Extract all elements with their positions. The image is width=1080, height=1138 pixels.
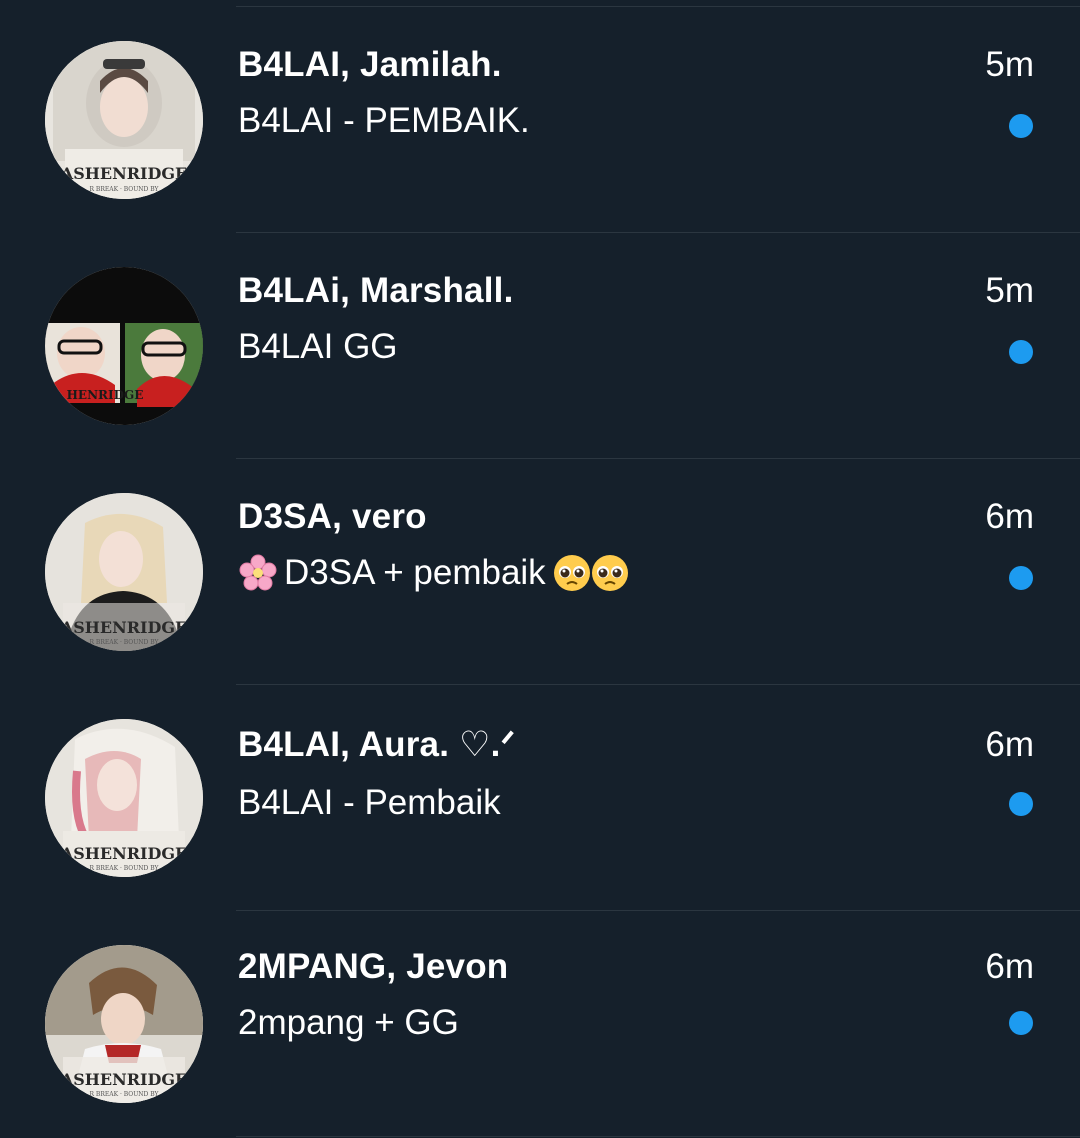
unread-indicator	[1009, 1011, 1033, 1035]
divider	[236, 1136, 1080, 1137]
conversation-row[interactable]: ASHENRIDGE R BREAK · BOUND BY B4LAI, Aur…	[0, 685, 1080, 911]
profile-photo-icon: ASHENRIDGE R BREAK · BOUND BY	[45, 493, 203, 651]
profile-photo-icon: ASHENRIDGE R BREAK · BOUND BY	[45, 719, 203, 877]
profile-photo-icon: ASHENRIDGE R BREAK · BOUND BY	[45, 41, 203, 199]
message-preview: 2mpang + GG	[238, 1003, 459, 1043]
message-preview: B4LAI - Pembaik	[238, 783, 501, 823]
timestamp: 6m	[985, 497, 1034, 536]
svg-text:R BREAK · BOUND BY: R BREAK · BOUND BY	[90, 1091, 160, 1098]
message-preview-text: B4LAI - PEMBAIK.	[238, 101, 530, 140]
unread-indicator	[1009, 340, 1033, 364]
avatar[interactable]: ASHENRIDGE R BREAK · BOUND BY	[45, 41, 203, 199]
avatar[interactable]: ASHENRIDGE R BREAK · BOUND BY	[45, 493, 203, 651]
svg-text:ASHENRIDGE: ASHENRIDGE	[60, 618, 187, 637]
svg-text:ASHENRIDGE: ASHENRIDGE	[60, 1070, 187, 1089]
message-preview-text: B4LAI GG	[238, 327, 398, 366]
timestamp: 6m	[985, 725, 1034, 764]
conversation-row[interactable]: HENRIDGE B4LAi, Marshall. B4LAI GG 5m	[0, 233, 1080, 459]
svg-text:ASHENRIDGE: ASHENRIDGE	[60, 844, 187, 863]
conversation-row[interactable]: ASHENRIDGE R BREAK · BOUND BY B4LAI, Jam…	[0, 7, 1080, 233]
profile-photo-icon: HENRIDGE	[45, 267, 203, 425]
cherry-blossom-icon	[238, 553, 278, 593]
pleading-face-icon	[552, 553, 592, 593]
profile-photo-icon: ASHENRIDGE R BREAK · BOUND BY	[45, 945, 203, 1103]
conversation-name: B4LAI, Aura. ♡.ᐟ	[238, 725, 516, 764]
unread-indicator	[1009, 566, 1033, 590]
conversation-row[interactable]: ASHENRIDGE R BREAK · BOUND BY 2MPANG, Je…	[0, 911, 1080, 1137]
svg-text:R BREAK · BOUND BY: R BREAK · BOUND BY	[90, 639, 160, 646]
message-preview-text: D3SA + pembaik	[284, 553, 546, 592]
conversation-list: ASHENRIDGE R BREAK · BOUND BY B4LAI, Jam…	[0, 0, 1080, 1138]
conversation-name: B4LAI, Jamilah.	[238, 45, 502, 84]
message-preview: D3SA + pembaik	[238, 553, 630, 593]
conversation-name: B4LAi, Marshall.	[238, 271, 514, 310]
pleading-face-icon	[590, 553, 630, 593]
timestamp: 6m	[985, 947, 1034, 986]
unread-indicator	[1009, 114, 1033, 138]
conversation-row[interactable]: ASHENRIDGE R BREAK · BOUND BY D3SA, vero	[0, 459, 1080, 685]
message-preview-text: B4LAI - Pembaik	[238, 783, 501, 822]
message-preview: B4LAI - PEMBAIK.	[238, 101, 530, 141]
message-preview: B4LAI GG	[238, 327, 398, 367]
conversation-name: D3SA, vero	[238, 497, 427, 536]
timestamp: 5m	[985, 271, 1034, 310]
avatar[interactable]: ASHENRIDGE R BREAK · BOUND BY	[45, 945, 203, 1103]
svg-text:ASHENRIDGE: ASHENRIDGE	[60, 164, 187, 183]
timestamp: 5m	[985, 45, 1034, 84]
svg-text:HENRIDGE: HENRIDGE	[67, 388, 144, 402]
svg-text:R BREAK · BOUND BY: R BREAK · BOUND BY	[90, 865, 160, 872]
unread-indicator	[1009, 792, 1033, 816]
avatar[interactable]: HENRIDGE	[45, 267, 203, 425]
avatar[interactable]: ASHENRIDGE R BREAK · BOUND BY	[45, 719, 203, 877]
conversation-name: 2MPANG, Jevon	[238, 947, 509, 986]
message-preview-text: 2mpang + GG	[238, 1003, 459, 1042]
svg-text:R BREAK · BOUND BY: R BREAK · BOUND BY	[90, 186, 160, 193]
